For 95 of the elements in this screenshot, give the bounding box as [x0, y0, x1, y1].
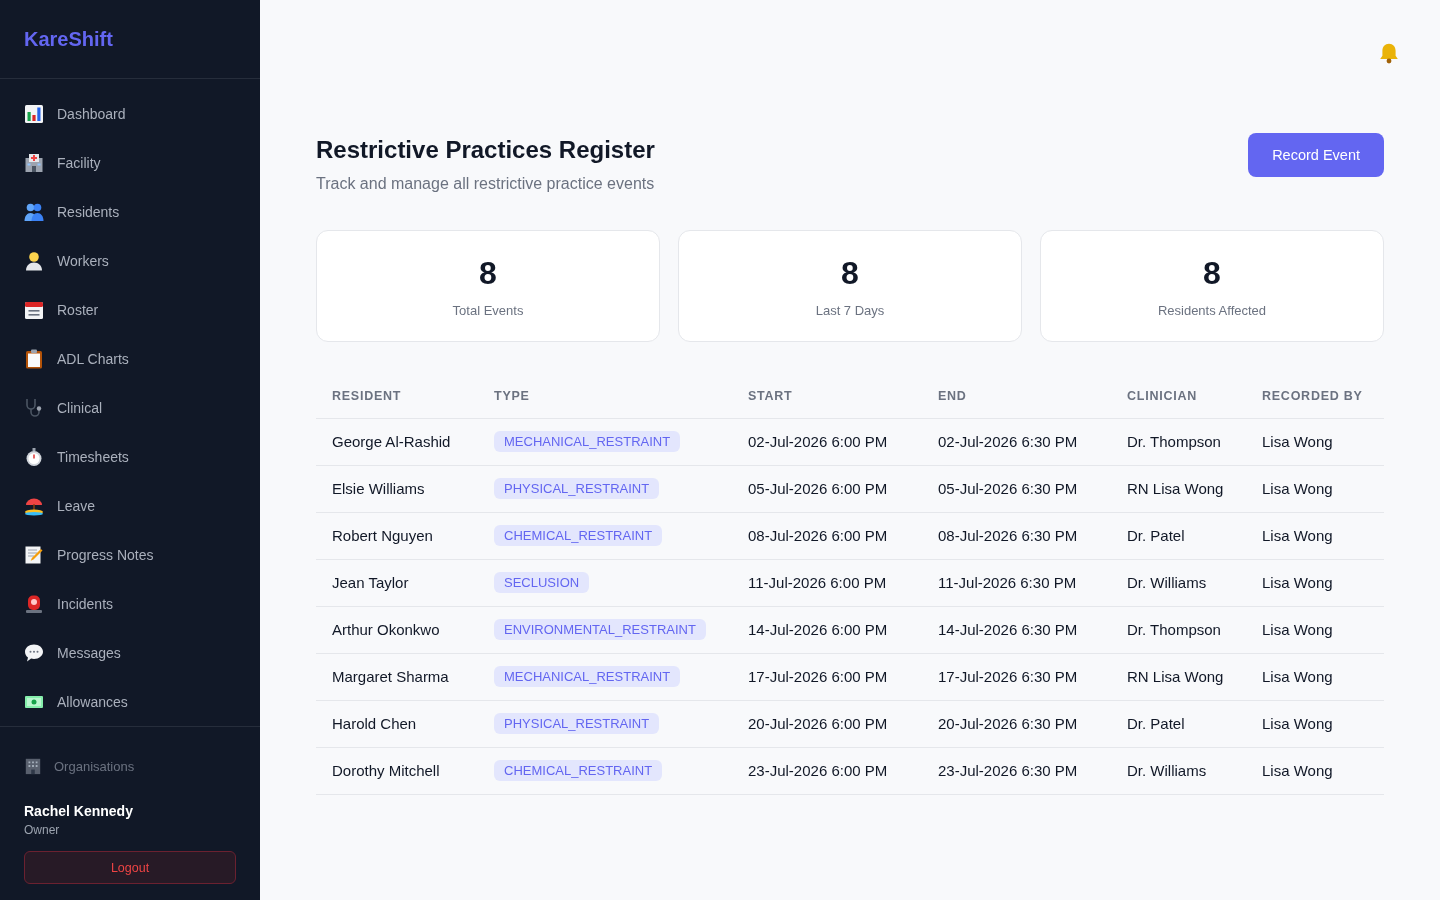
restraint-type-tag: PHYSICAL_RESTRAINT [494, 713, 660, 734]
table-cell: RN Lisa Wong [1111, 465, 1246, 512]
table-cell: Dr. Thompson [1111, 418, 1246, 465]
restraint-type-tag: MECHANICAL_RESTRAINT [494, 431, 681, 452]
table-cell: Lisa Wong [1246, 606, 1384, 653]
table-cell: Dr. Thompson [1111, 606, 1246, 653]
restraint-type-tag: CHEMICAL_RESTRAINT [494, 525, 663, 546]
table-cell: Lisa Wong [1246, 747, 1384, 794]
sidebar-link[interactable]: Clinical [0, 383, 260, 432]
table-cell: 08-Jul-2026 6:00 PM [732, 512, 922, 559]
record-event-button[interactable]: Record Event [1248, 133, 1384, 177]
table-cell: 05-Jul-2026 6:00 PM [732, 465, 922, 512]
user-role: Owner [24, 822, 60, 838]
app-logo: KareShift [24, 27, 113, 51]
table-cell: 17-Jul-2026 6:30 PM [922, 653, 1111, 700]
sidebar-link[interactable]: Incidents [0, 579, 260, 628]
speech-bubble-icon [24, 642, 44, 663]
table-cell: 17-Jul-2026 6:00 PM [732, 653, 922, 700]
table-cell: George Al-Rashid [316, 418, 478, 465]
organisations-link[interactable]: Organisations [24, 755, 135, 777]
table-cell: 14-Jul-2026 6:30 PM [922, 606, 1111, 653]
table-cell: 02-Jul-2026 6:00 PM [732, 418, 922, 465]
table-cell: Dr. Patel [1111, 700, 1246, 747]
sidebar-link[interactable]: Timesheets [0, 432, 260, 481]
stat-value: 8 [479, 254, 497, 293]
sidebar-link[interactable]: Workers [0, 236, 260, 285]
logout-button[interactable]: Logout [24, 851, 236, 884]
restraint-type-tag: SECLUSION [494, 572, 590, 593]
table-cell: Arthur Okonkwo [316, 606, 478, 653]
column-header: CLINICIAN [1111, 374, 1246, 418]
table-cell: Dr. Williams [1111, 559, 1246, 606]
stat-label: Residents Affected [1157, 302, 1267, 320]
sidebar-link[interactable]: Progress Notes [0, 530, 260, 579]
stat-label: Total Events [452, 302, 524, 320]
table-cell: Lisa Wong [1246, 418, 1384, 465]
column-header: START [732, 374, 922, 418]
table-cell: 11-Jul-2026 6:30 PM [922, 559, 1111, 606]
column-header: RESIDENT [316, 374, 478, 418]
column-header: RECORDED BY [1246, 374, 1384, 418]
table-cell: Elsie Williams [316, 465, 478, 512]
sidebar-link[interactable]: Messages [0, 628, 260, 677]
page-title: Restrictive Practices Register [316, 135, 655, 165]
sidebar-link[interactable]: Leave [0, 481, 260, 530]
table-cell: Lisa Wong [1246, 559, 1384, 606]
column-header: END [922, 374, 1111, 418]
stat-value: 8 [1203, 254, 1221, 293]
restraint-type-tag: MECHANICAL_RESTRAINT [494, 666, 681, 687]
restraint-type-tag: PHYSICAL_RESTRAINT [494, 478, 660, 499]
bar-chart-icon [24, 103, 44, 124]
stopwatch-icon [24, 446, 44, 467]
table-cell: 20-Jul-2026 6:30 PM [922, 700, 1111, 747]
table-cell: 23-Jul-2026 6:00 PM [732, 747, 922, 794]
sidebar-link[interactable]: Dashboard [0, 89, 260, 138]
restraint-type-tag: CHEMICAL_RESTRAINT [494, 760, 663, 781]
table-cell: 23-Jul-2026 6:30 PM [922, 747, 1111, 794]
hospital-icon [24, 152, 44, 173]
table-cell: 05-Jul-2026 6:30 PM [922, 465, 1111, 512]
table-cell: RN Lisa Wong [1111, 653, 1246, 700]
people-icon [24, 201, 44, 222]
table-cell: Lisa Wong [1246, 700, 1384, 747]
user-name: Rachel Kennedy [24, 802, 133, 820]
sidebar-link[interactable]: ADL Charts [0, 334, 260, 383]
column-header: TYPE [478, 374, 732, 418]
notepad-pencil-icon [24, 544, 44, 565]
stat-value: 8 [841, 254, 859, 293]
notifications-button[interactable] [1378, 42, 1400, 64]
table-cell: Robert Nguyen [316, 512, 478, 559]
table-cell: 14-Jul-2026 6:00 PM [732, 606, 922, 653]
clipboard-icon [24, 348, 44, 369]
person-icon [24, 250, 44, 271]
table-cell: Jean Taylor [316, 559, 478, 606]
sidebar-link[interactable]: Facility [0, 138, 260, 187]
table-cell: Lisa Wong [1246, 653, 1384, 700]
calendar-icon [24, 299, 44, 320]
table-cell: 11-Jul-2026 6:00 PM [732, 559, 922, 606]
table-cell: Dr. Patel [1111, 512, 1246, 559]
table-cell: Lisa Wong [1246, 512, 1384, 559]
table-cell: Dorothy Mitchell [316, 747, 478, 794]
sidebar-link[interactable]: Allowances [0, 677, 260, 726]
sidebar-link[interactable]: Residents [0, 187, 260, 236]
sidebar-link[interactable]: Roster [0, 285, 260, 334]
restraint-type-tag: ENVIRONMENTAL_RESTRAINT [494, 619, 706, 640]
table-cell: Lisa Wong [1246, 465, 1384, 512]
stethoscope-icon [24, 397, 44, 418]
table-cell: Harold Chen [316, 700, 478, 747]
table-cell: 20-Jul-2026 6:00 PM [732, 700, 922, 747]
table-cell: Margaret Sharma [316, 653, 478, 700]
office-building-icon [24, 757, 42, 775]
stat-label: Last 7 Days [815, 302, 885, 320]
table-cell: Dr. Williams [1111, 747, 1246, 794]
siren-icon [24, 593, 44, 614]
table-cell: 08-Jul-2026 6:30 PM [922, 512, 1111, 559]
bell-icon [1378, 42, 1400, 64]
page-subtitle: Track and manage all restrictive practice events [316, 174, 655, 194]
table-cell: 02-Jul-2026 6:30 PM [922, 418, 1111, 465]
